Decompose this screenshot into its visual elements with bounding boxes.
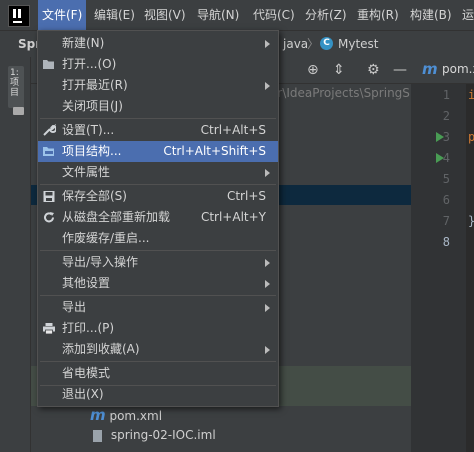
menu-analyze[interactable]: 分析(Z) [301, 0, 351, 30]
code-fragment: } [468, 214, 474, 228]
project-structure-icon [43, 147, 54, 156]
wrench-icon [43, 124, 56, 136]
file-menu-save-all[interactable]: 保存全部(S) Ctrl+S [38, 186, 278, 207]
menu-navigate[interactable]: 导航(N) [193, 0, 243, 30]
project-tool-tab-label: 1: 项目 [10, 68, 20, 98]
submenu-arrow-icon [265, 259, 270, 267]
gear-icon[interactable]: ⚙ [367, 62, 380, 78]
file-menu: 新建(N) 打开...(O) 打开最近(R) 关闭项目(J) 设置(T)... … [37, 30, 279, 407]
file-menu-add-to-favorites[interactable]: 添加到收藏(A) [38, 339, 278, 360]
file-menu-file-properties[interactable]: 文件属性 [38, 162, 278, 183]
line-number: 7 [442, 214, 450, 228]
file-menu-settings[interactable]: 设置(T)... Ctrl+Alt+S [38, 120, 278, 141]
line-number: 3 [442, 130, 450, 144]
submenu-arrow-icon [265, 304, 270, 312]
intellij-logo-icon [8, 5, 30, 27]
file-menu-invalidate-caches[interactable]: 作废缓存/重启... [38, 228, 278, 249]
file-menu-new[interactable]: 新建(N) [38, 33, 278, 54]
maven-icon: m [422, 60, 438, 78]
menu-run[interactable]: 运 [458, 0, 474, 30]
file-menu-export-import-actions[interactable]: 导出/导入操作 [38, 252, 278, 273]
menu-separator [40, 295, 276, 296]
menu-separator [40, 184, 276, 185]
tree-item-label: pom.xml [109, 409, 163, 423]
file-menu-open[interactable]: 打开...(O) [38, 54, 278, 75]
print-icon [43, 323, 55, 335]
class-icon: C [320, 37, 333, 50]
line-number: 5 [442, 172, 450, 186]
menu-bar: 文件(F) 编辑(E) 视图(V) 导航(N) 代码(C) 分析(Z) 重构(R… [0, 0, 474, 31]
line-number: 6 [442, 193, 450, 207]
tree-item-iml[interactable]: spring-02-IOC.iml [93, 425, 216, 445]
submenu-arrow-icon [265, 40, 270, 48]
menu-edit[interactable]: 编辑(E) [90, 0, 139, 30]
file-menu-open-recent[interactable]: 打开最近(R) [38, 75, 278, 96]
maven-icon: m [90, 406, 106, 424]
run-icon[interactable] [436, 153, 444, 163]
tree-item-label: spring-02-IOC.iml [110, 428, 216, 442]
collapse-icon[interactable]: ⇕ [333, 62, 345, 78]
menu-separator [40, 250, 276, 251]
line-number: 2 [442, 109, 450, 123]
file-menu-project-structure[interactable]: 项目结构... Ctrl+Alt+Shift+S [38, 141, 278, 162]
folder-open-icon [43, 60, 54, 69]
menu-separator [40, 118, 276, 119]
tree-item-pom[interactable]: m pom.xml [90, 405, 162, 425]
folder-icon [13, 107, 24, 115]
line-number: 4 [442, 151, 450, 165]
menu-view[interactable]: 视图(V) [140, 0, 190, 30]
editor-tab-pom[interactable]: pom.x [442, 62, 474, 76]
locate-icon[interactable]: ⊕ [307, 62, 319, 78]
submenu-arrow-icon [265, 346, 270, 354]
menu-build[interactable]: 构建(B) [406, 0, 456, 30]
breadcrumb-java[interactable]: java [283, 31, 308, 57]
file-menu-export[interactable]: 导出 [38, 297, 278, 318]
line-number: 8 [442, 235, 450, 249]
menu-separator [40, 361, 276, 362]
run-icon[interactable] [436, 132, 444, 142]
menu-file[interactable]: 文件(F) [38, 0, 87, 30]
code-fragment: i [468, 88, 474, 102]
reload-icon [44, 212, 54, 223]
file-menu-print[interactable]: 打印...(P) [38, 318, 278, 339]
minimize-icon[interactable]: — [393, 62, 407, 78]
code-fragment: p [468, 130, 474, 144]
breadcrumb-separator: 〉 [307, 37, 320, 51]
project-path: or\IdeaProjects\SpringS [270, 86, 410, 100]
file-menu-close-project[interactable]: 关闭项目(J) [38, 96, 278, 117]
breadcrumb-mytest[interactable]: Mytest [338, 31, 379, 57]
file-menu-power-save-mode[interactable]: 省电模式 [38, 363, 278, 384]
submenu-arrow-icon [265, 82, 270, 90]
module-file-icon [93, 429, 102, 442]
save-icon [43, 191, 55, 202]
submenu-arrow-icon [265, 169, 270, 177]
line-number: 1 [442, 88, 450, 102]
submenu-arrow-icon [265, 280, 270, 288]
left-tool-strip [0, 57, 31, 452]
file-menu-other-settings[interactable]: 其他设置 [38, 273, 278, 294]
menu-refactor[interactable]: 重构(R) [353, 0, 403, 30]
file-menu-reload-from-disk[interactable]: 从磁盘全部重新加载 Ctrl+Alt+Y [38, 207, 278, 228]
menu-code[interactable]: 代码(C) [249, 0, 299, 30]
file-menu-exit[interactable]: 退出(X) [38, 384, 278, 405]
